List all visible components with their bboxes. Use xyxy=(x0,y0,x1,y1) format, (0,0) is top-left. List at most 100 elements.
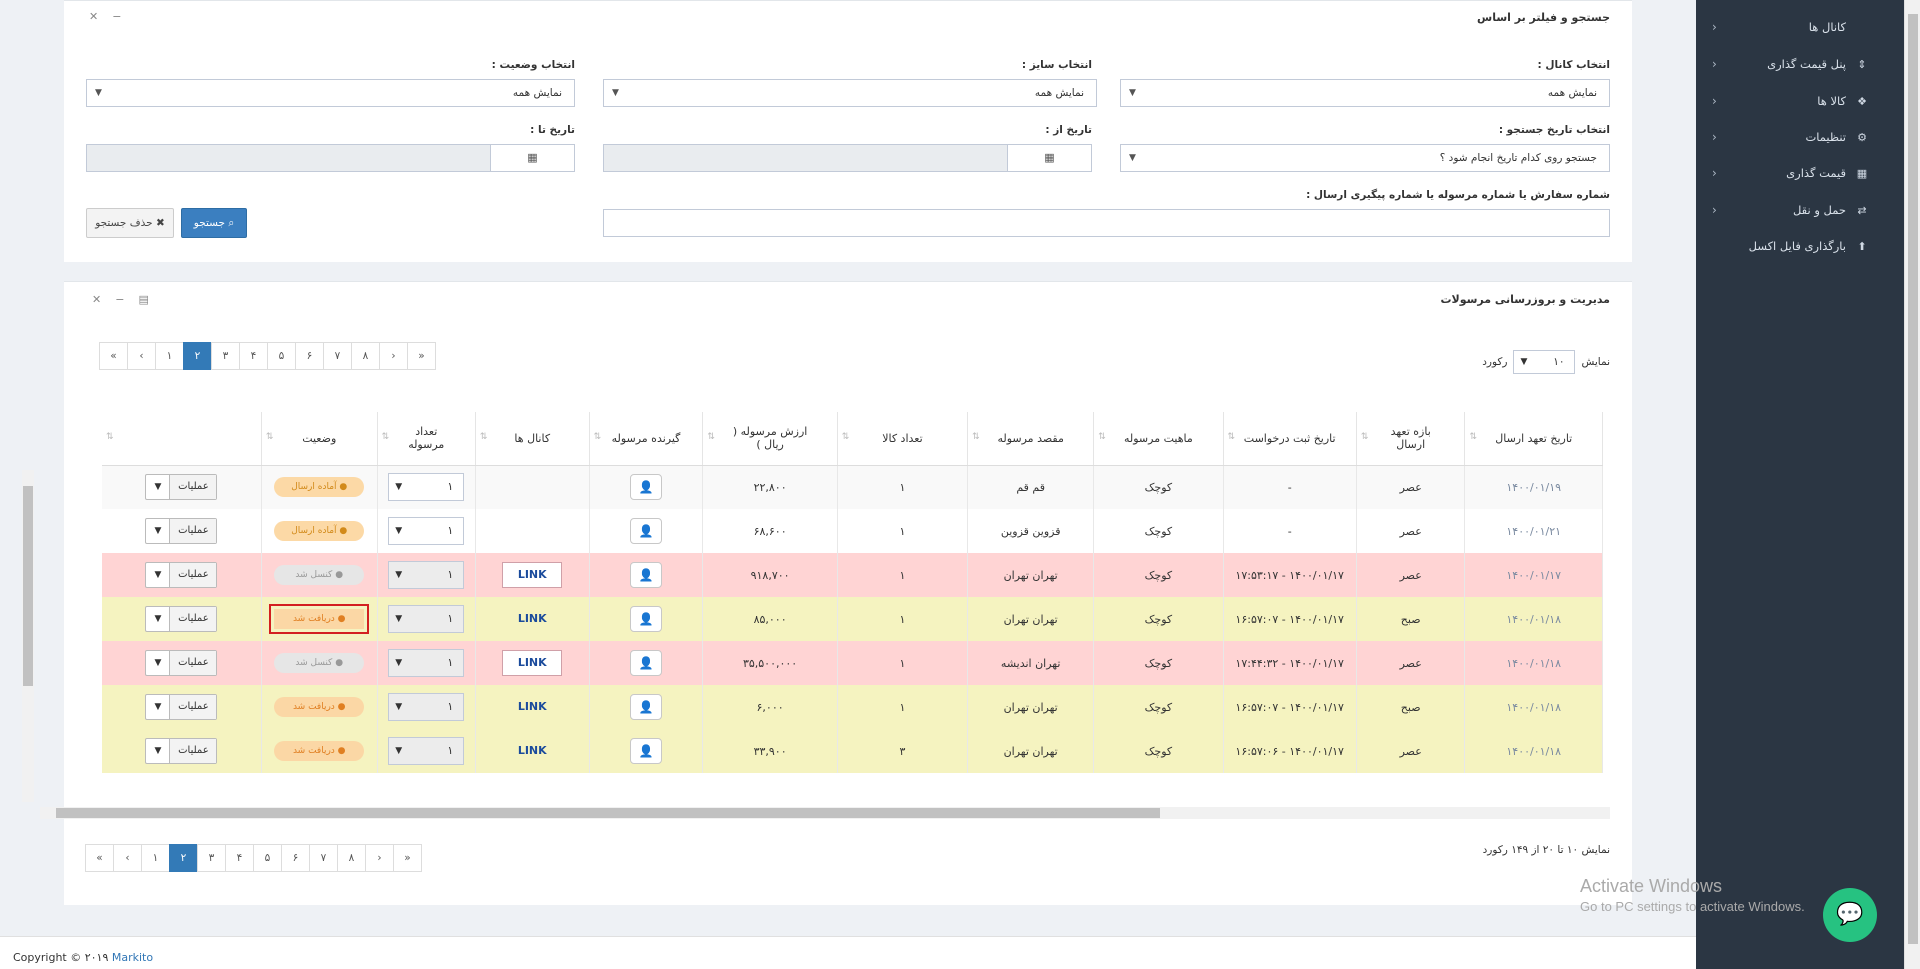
page-link[interactable]: ۱ xyxy=(155,342,184,370)
page-link[interactable]: ۶ xyxy=(281,844,310,872)
collapse-icon[interactable]: − xyxy=(115,293,124,306)
operations-label[interactable]: عملیات xyxy=(170,695,217,719)
search-button[interactable]: ⌕ جستجو xyxy=(181,208,247,238)
user-icon[interactable]: 👤 xyxy=(630,518,662,544)
qty-select[interactable]: ۱ ▼ xyxy=(388,605,465,633)
page-link[interactable]: ۴ xyxy=(239,342,268,370)
channel-select[interactable]: نمایش همه ▼ xyxy=(1120,79,1610,107)
page-scrollbar-thumb[interactable] xyxy=(1908,14,1918,944)
column-header[interactable]: ⇅ xyxy=(102,412,262,466)
operations-dropdown[interactable]: ▼ عملیات xyxy=(145,518,218,544)
page-link[interactable]: ‹ xyxy=(113,844,142,872)
column-header[interactable]: ارزش مرسوله ( ریال ) ⇅ xyxy=(702,412,838,466)
qty-select[interactable]: ۱ ▼ xyxy=(388,693,465,721)
operations-label[interactable]: عملیات xyxy=(170,519,217,543)
column-header[interactable]: کانال ها ⇅ xyxy=(475,412,590,466)
caret-down-icon[interactable]: ▼ xyxy=(146,519,171,543)
status-select[interactable]: نمایش همه ▼ xyxy=(86,79,575,107)
qty-select[interactable]: ۱ ▼ xyxy=(388,649,465,677)
page-scrollbar[interactable] xyxy=(1904,0,1920,969)
close-icon[interactable]: ✕ xyxy=(92,293,101,306)
date-to-input[interactable] xyxy=(86,144,491,172)
operations-dropdown[interactable]: ▼ عملیات xyxy=(145,606,218,632)
caret-down-icon[interactable]: ▼ xyxy=(146,475,171,500)
operations-dropdown[interactable]: ▼ عملیات xyxy=(145,562,218,588)
page-link[interactable]: ۵ xyxy=(253,844,282,872)
page-link[interactable]: ۱ xyxy=(141,844,170,872)
table-horizontal-scrollbar[interactable] xyxy=(40,807,1610,819)
qty-select[interactable]: ۱ ▼ xyxy=(388,517,465,545)
page-link[interactable]: « xyxy=(85,844,114,872)
table-vertical-scrollbar-thumb[interactable] xyxy=(23,486,33,686)
caret-down-icon[interactable]: ▼ xyxy=(146,739,171,763)
caret-down-icon[interactable]: ▼ xyxy=(146,651,171,675)
operations-dropdown[interactable]: ▼ عملیات xyxy=(145,474,218,501)
page-link[interactable]: ۵ xyxy=(267,342,296,370)
sidebar-item[interactable]: ▦ قیمت گذاری ‹ xyxy=(1712,163,1870,183)
operations-label[interactable]: عملیات xyxy=(170,563,217,587)
sidebar-item[interactable]: ❖ کالا ها ‹ xyxy=(1712,91,1870,111)
column-header[interactable]: گیرنده مرسوله ⇅ xyxy=(589,412,704,466)
qty-select[interactable]: ۱ ▼ xyxy=(388,473,465,502)
operations-dropdown[interactable]: ▼ عملیات xyxy=(145,694,218,720)
page-link[interactable]: ۷ xyxy=(309,844,338,872)
close-icon[interactable]: ✕ xyxy=(89,10,98,23)
column-header[interactable]: مقصد مرسوله ⇅ xyxy=(967,412,1095,466)
page-link[interactable]: » xyxy=(407,342,436,370)
sidebar-item[interactable]: ⇕ پنل قیمت گذاری ‹ xyxy=(1712,54,1870,74)
operations-label[interactable]: عملیات xyxy=(170,739,217,763)
collapse-icon[interactable]: − xyxy=(112,10,121,23)
operations-label[interactable]: عملیات xyxy=(170,475,217,500)
column-header[interactable]: وضعیت ⇅ xyxy=(261,412,378,466)
page-link[interactable]: ۸ xyxy=(337,844,366,872)
page-size-select[interactable]: ۱۰ ▼ xyxy=(1513,350,1576,374)
user-icon[interactable]: 👤 xyxy=(630,650,662,676)
qty-select[interactable]: ۱ ▼ xyxy=(388,561,465,589)
operations-label[interactable]: عملیات xyxy=(170,651,217,675)
page-link[interactable]: « xyxy=(99,342,128,370)
table-vertical-scrollbar[interactable] xyxy=(22,470,34,802)
chat-button[interactable]: 💬 xyxy=(1823,888,1877,942)
user-icon[interactable]: 👤 xyxy=(630,694,662,720)
caret-down-icon[interactable]: ▼ xyxy=(146,695,171,719)
qty-select[interactable]: ۱ ▼ xyxy=(388,737,465,765)
column-header[interactable]: بازه تعهد ارسال ⇅ xyxy=(1356,412,1466,466)
column-header[interactable]: تاریخ ثبت درخواست ⇅ xyxy=(1223,412,1357,466)
brand-link[interactable]: Markito xyxy=(112,951,153,964)
user-icon[interactable]: 👤 xyxy=(630,562,662,588)
page-link[interactable]: » xyxy=(393,844,422,872)
user-icon[interactable]: 👤 xyxy=(630,474,662,501)
operations-dropdown[interactable]: ▼ عملیات xyxy=(145,738,218,764)
table-horizontal-scrollbar-thumb[interactable] xyxy=(56,808,1160,818)
date-search-select[interactable]: جستجو روی کدام تاریخ انجام شود ؟ ▼ xyxy=(1120,144,1610,172)
clear-search-button[interactable]: ✖ حذف جستجو xyxy=(86,208,174,238)
caret-down-icon[interactable]: ▼ xyxy=(146,607,171,631)
calendar-icon[interactable]: ▦ xyxy=(1007,144,1092,172)
column-header[interactable]: ماهیت مرسوله ⇅ xyxy=(1093,412,1224,466)
column-header[interactable]: تعداد کالا ⇅ xyxy=(837,412,969,466)
date-from-input[interactable] xyxy=(603,144,1008,172)
page-link[interactable]: › xyxy=(379,342,408,370)
caret-down-icon[interactable]: ▼ xyxy=(146,563,171,587)
column-header[interactable]: تاریخ تعهد ارسال ⇅ xyxy=(1464,412,1603,466)
page-link[interactable]: ۸ xyxy=(351,342,380,370)
user-icon[interactable]: 👤 xyxy=(630,738,662,764)
operations-label[interactable]: عملیات xyxy=(170,607,217,631)
operations-dropdown[interactable]: ▼ عملیات xyxy=(145,650,218,676)
page-link[interactable]: ‹ xyxy=(127,342,156,370)
page-link[interactable]: ۲ xyxy=(183,342,212,370)
sidebar-item[interactable]: کانال ها ‹ xyxy=(1712,17,1870,37)
page-link[interactable]: ۲ xyxy=(169,844,198,872)
page-link[interactable]: › xyxy=(365,844,394,872)
page-link[interactable]: ۳ xyxy=(211,342,240,370)
fullscreen-icon[interactable]: ▤ xyxy=(138,293,148,306)
page-link[interactable]: ۶ xyxy=(295,342,324,370)
order-search-input[interactable] xyxy=(603,209,1610,237)
size-select[interactable]: نمایش همه ▼ xyxy=(603,79,1097,107)
sidebar-item[interactable]: ⇄ حمل و نقل ‹ xyxy=(1712,200,1870,220)
page-link[interactable]: ۳ xyxy=(197,844,226,872)
column-header[interactable]: تعداد مرسوله ⇅ xyxy=(377,412,476,466)
user-icon[interactable]: 👤 xyxy=(630,606,662,632)
calendar-icon[interactable]: ▦ xyxy=(490,144,575,172)
page-link[interactable]: ۷ xyxy=(323,342,352,370)
